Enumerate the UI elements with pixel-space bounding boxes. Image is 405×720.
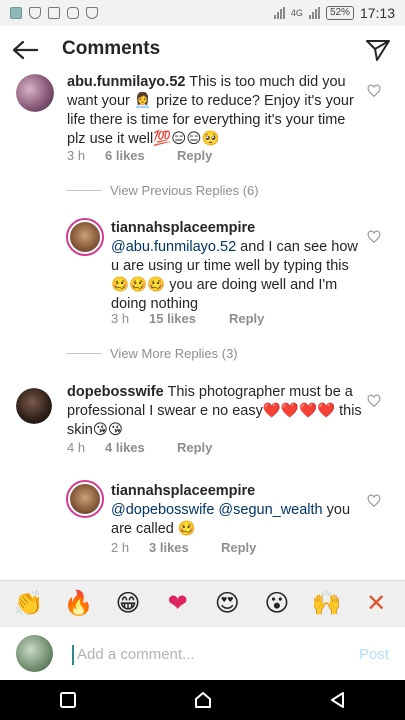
comment-body: tiannahsplaceempire @dopebosswife @segun…	[111, 482, 361, 539]
home-button[interactable]	[183, 685, 223, 715]
home-icon	[194, 692, 211, 708]
status-bar: 4G 52% 17:13	[0, 0, 405, 26]
comment-likes[interactable]: 6 likes	[105, 148, 177, 163]
comment-time: 4 h	[67, 440, 86, 455]
shield-icon	[29, 7, 41, 19]
comment-composer: Add a comment... Post	[0, 626, 405, 680]
comment-item: abu.funmilayo.52 This is too much did yo…	[0, 74, 405, 170]
comment-mention[interactable]: @abu.funmilayo.52	[111, 239, 236, 255]
clock: 17:13	[359, 5, 395, 21]
comment-time: 3 h	[111, 311, 130, 326]
close-icon[interactable]: ✕	[361, 591, 391, 616]
battery-indicator: 52%	[325, 6, 354, 20]
view-previous-label: View Previous Replies (6)	[110, 183, 259, 198]
back-button[interactable]	[10, 36, 40, 64]
square-icon	[59, 692, 76, 708]
security-icon	[86, 7, 98, 19]
divider-line	[66, 353, 102, 354]
raising-hands-emoji-button[interactable]: 🙌	[312, 591, 342, 616]
header: Comments	[0, 26, 405, 74]
clapping-hands-emoji-button[interactable]: 👏	[14, 591, 44, 616]
paper-plane-icon	[366, 40, 390, 61]
reply-item: tiannahsplaceempire @abu.funmilayo.52 an…	[0, 218, 405, 330]
heart-icon[interactable]	[367, 230, 381, 244]
avatar[interactable]	[66, 218, 104, 256]
signal-icon	[273, 7, 285, 19]
comment-time: 3 h	[67, 148, 86, 163]
comment-likes[interactable]: 4 likes	[105, 440, 177, 455]
back-nav-button[interactable]	[318, 685, 358, 715]
network-type: 4G	[290, 8, 303, 18]
reply-button[interactable]: Reply	[221, 540, 256, 555]
view-more-replies[interactable]: View More Replies (3)	[66, 346, 238, 361]
app-notification-icon	[10, 7, 22, 19]
comment-meta: 3 h 6 likes Reply	[67, 148, 212, 163]
avatar[interactable]	[66, 480, 104, 518]
arrow-left-icon	[12, 40, 38, 60]
page-title: Comments	[62, 38, 161, 59]
heart-icon[interactable]	[367, 394, 381, 408]
system-nav-bar	[0, 680, 405, 720]
comment-time: 2 h	[111, 540, 130, 555]
instagram-notification-icon	[67, 7, 79, 19]
comment-input[interactable]: Add a comment...	[72, 645, 342, 665]
comment-body: abu.funmilayo.52 This is too much did yo…	[67, 73, 362, 149]
share-button[interactable]	[363, 36, 393, 64]
avatar[interactable]	[16, 74, 54, 112]
heart-icon[interactable]	[367, 84, 381, 98]
comment-username[interactable]: tiannahsplaceempire	[111, 220, 255, 236]
grinning-face-emoji-button[interactable]: 😁	[113, 591, 143, 616]
comment-meta: 4 h 4 likes Reply	[67, 440, 212, 455]
triangle-back-icon	[330, 692, 344, 708]
heart-emoji-button[interactable]: ❤	[163, 591, 193, 616]
heart-icon[interactable]	[367, 494, 381, 508]
reply-item: tiannahsplaceempire @dopebosswife @segun…	[0, 480, 405, 570]
comment-item: dopebosswife This photographer must be a…	[0, 382, 405, 478]
comment-mention[interactable]: @dopebosswife @segun_wealth	[111, 502, 323, 518]
comment-username[interactable]: tiannahsplaceempire	[111, 483, 255, 499]
comment-username[interactable]: dopebosswife	[67, 384, 164, 400]
surprised-face-emoji-button[interactable]: 😮	[262, 591, 292, 616]
comment-meta: 3 h 15 likes Reply	[111, 311, 264, 326]
comment-likes[interactable]: 3 likes	[149, 540, 221, 555]
divider-line	[66, 190, 102, 191]
signal-icon-2	[308, 7, 320, 19]
avatar[interactable]	[16, 388, 52, 424]
comment-body: tiannahsplaceempire @abu.funmilayo.52 an…	[111, 219, 361, 314]
emoji-quick-bar: 👏 🔥 😁 ❤ 😍 😮 🙌 ✕	[0, 580, 405, 626]
reply-button[interactable]: Reply	[177, 440, 212, 455]
post-button[interactable]: Post	[359, 646, 389, 663]
view-previous-replies[interactable]: View Previous Replies (6)	[66, 183, 259, 198]
view-more-label: View More Replies (3)	[110, 346, 238, 361]
comment-body: dopebosswife This photographer must be a…	[67, 383, 362, 440]
fire-emoji-button[interactable]: 🔥	[63, 591, 93, 616]
reply-button[interactable]: Reply	[177, 148, 212, 163]
gallery-icon	[48, 7, 60, 19]
status-right: 4G 52% 17:13	[273, 5, 395, 21]
comment-likes[interactable]: 15 likes	[149, 311, 229, 326]
recent-apps-button[interactable]	[48, 685, 88, 715]
status-left-icons	[10, 7, 98, 19]
reply-button[interactable]: Reply	[229, 311, 264, 326]
comment-username[interactable]: abu.funmilayo.52	[67, 74, 185, 90]
comment-meta: 2 h 3 likes Reply	[111, 540, 256, 555]
heart-eyes-emoji-button[interactable]: 😍	[212, 591, 242, 616]
avatar	[16, 635, 53, 672]
